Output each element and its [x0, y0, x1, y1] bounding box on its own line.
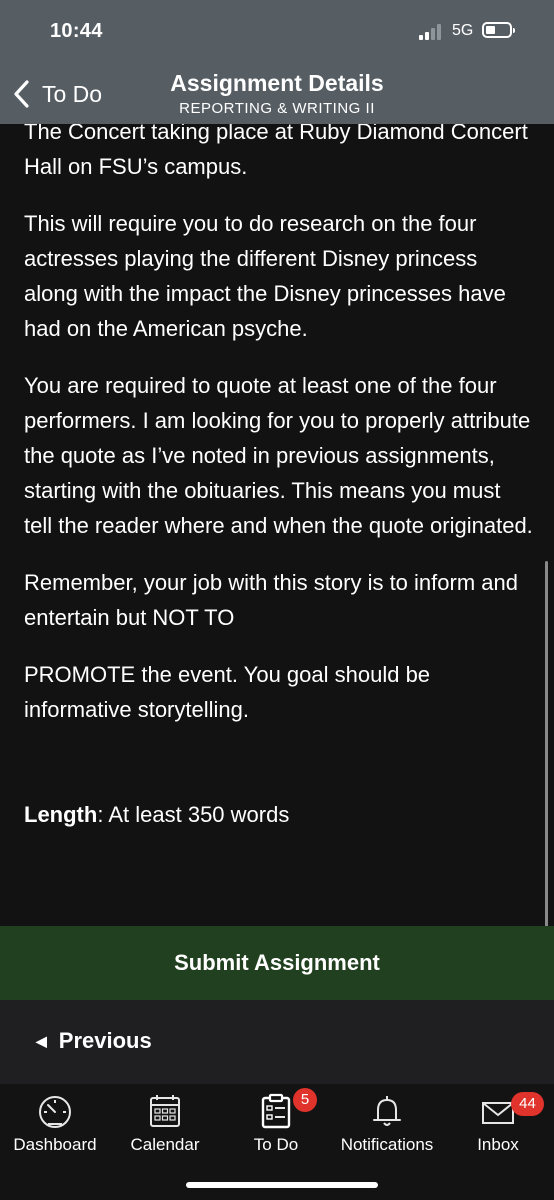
length-requirement: Length: At least 350 words [24, 797, 534, 832]
tab-inbox[interactable]: 44 Inbox [443, 1084, 553, 1174]
network-type: 5G [452, 22, 474, 39]
assignment-text: The Concert taking place at Ruby Diamond… [24, 124, 534, 854]
previous-bar: ◀ Previous [0, 1000, 554, 1084]
speedometer-icon [39, 1096, 71, 1128]
paragraph: You are required to quote at least one o… [24, 373, 533, 538]
calendar-icon [150, 1095, 180, 1127]
status-bar: 10:44 5G [0, 0, 554, 62]
home-indicator[interactable] [186, 1182, 378, 1188]
tab-notifications[interactable]: Notifications [332, 1084, 442, 1174]
inbox-count-badge: 44 [511, 1092, 544, 1116]
tab-calendar[interactable]: Calendar [110, 1084, 220, 1174]
submit-assignment-button[interactable]: Submit Assignment [0, 926, 554, 1000]
clipboard-icon [261, 1093, 291, 1129]
todo-count-badge: 5 [293, 1088, 317, 1112]
assignment-content[interactable]: The Concert taking place at Ruby Diamond… [0, 124, 554, 926]
triangle-left-icon: ◀ [36, 1032, 47, 1049]
page-title: Assignment Details [170, 70, 384, 96]
tab-dashboard[interactable]: Dashboard [0, 1084, 110, 1174]
battery-icon [482, 22, 515, 38]
previous-label: Previous [58, 1028, 152, 1053]
course-subtitle: REPORTING & WRITING II [179, 100, 375, 117]
previous-button[interactable]: ◀ Previous [36, 1028, 152, 1054]
status-time: 10:44 [50, 20, 103, 42]
tab-to-do[interactable]: 5 To Do [221, 1084, 331, 1174]
tab-label: Inbox [477, 1135, 519, 1154]
length-value: At least 350 words [103, 802, 290, 827]
bell-icon [373, 1096, 401, 1126]
paragraph: Remember, your job with this story is to… [24, 570, 518, 630]
length-label: Length [24, 802, 98, 827]
tab-label: Dashboard [13, 1135, 97, 1154]
paragraph: PROMOTE the event. You goal should be in… [24, 662, 431, 722]
nav-header: To Do Assignment Details REPORTING & WRI… [0, 62, 554, 124]
cellular-signal-icon [419, 24, 449, 40]
paragraph: This will require you to do research on … [24, 211, 506, 341]
tab-label: Notifications [340, 1135, 434, 1154]
paragraph: The Concert taking place at Ruby Diamond… [24, 124, 528, 179]
tab-label: To Do [253, 1135, 299, 1154]
tab-label: Calendar [130, 1135, 200, 1154]
scrollbar[interactable] [545, 561, 548, 926]
